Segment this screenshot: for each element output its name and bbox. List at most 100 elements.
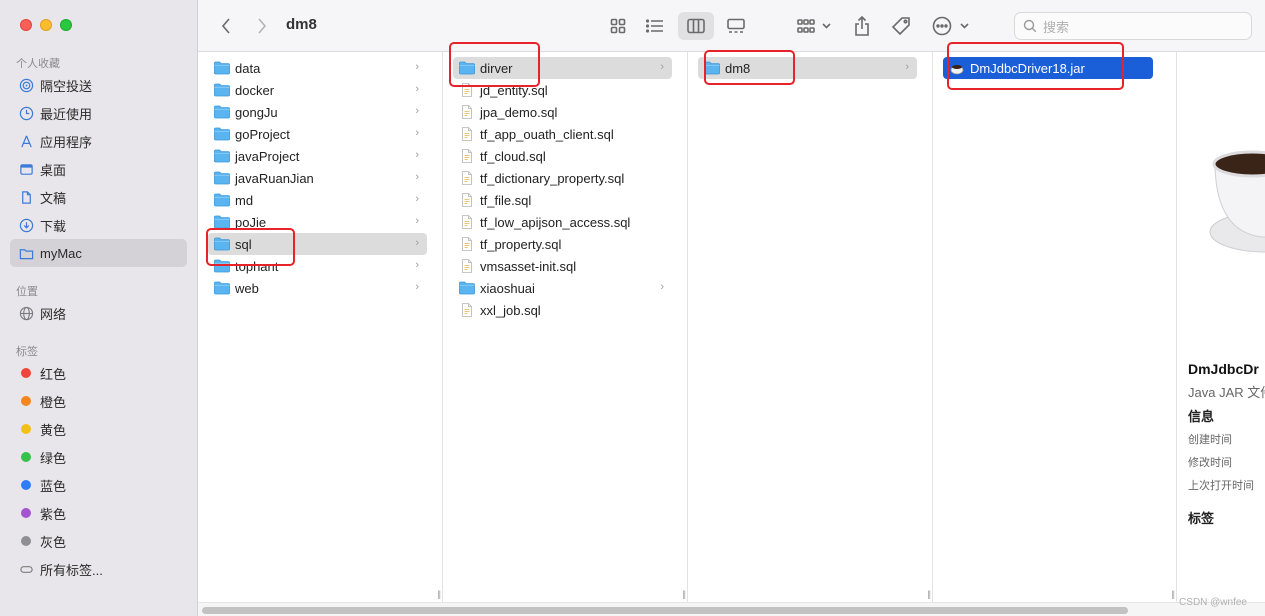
folder-row[interactable]: data ›: [208, 57, 427, 79]
item-name: data: [235, 60, 261, 76]
sidebar-item-mymac[interactable]: myMac: [10, 239, 187, 267]
chevron-right-icon: ›: [415, 193, 419, 205]
folder-row[interactable]: xiaoshuai ›: [453, 277, 672, 299]
chevron-left-icon: [221, 18, 230, 34]
list-view-button[interactable]: [641, 12, 669, 40]
tags-button[interactable]: [888, 12, 914, 40]
chevron-right-icon: ›: [415, 259, 419, 271]
tag-dot-icon: [21, 480, 31, 490]
sidebar-tag-green[interactable]: 绿色: [10, 443, 187, 471]
preview-file-name: DmJdbcDr: [1188, 361, 1259, 377]
desktop-icon: [18, 161, 34, 177]
sidebar-item-desktop[interactable]: 桌面: [10, 155, 187, 183]
more-actions-button[interactable]: [930, 12, 972, 40]
sidebar-item-applications[interactable]: 应用程序: [10, 127, 187, 155]
minimize-window-button[interactable]: [40, 19, 52, 31]
folder-row[interactable]: javaRuanJian ›: [208, 167, 427, 189]
file-row[interactable]: jpa_demo.sql: [453, 101, 672, 123]
item-name: tf_low_apijson_access.sql: [480, 214, 631, 230]
icon-view-button[interactable]: [604, 12, 632, 40]
chevron-right-icon: ›: [415, 281, 419, 293]
folder-icon: [214, 215, 235, 229]
column-resize-handle[interactable]: ||: [682, 589, 686, 599]
item-name: jpa_demo.sql: [480, 104, 558, 120]
sidebar-item-airdrop[interactable]: 隔空投送: [10, 71, 187, 99]
folder-icon: [214, 281, 235, 295]
file-row[interactable]: xxl_job.sql: [453, 299, 672, 321]
folder-row[interactable]: md ›: [208, 189, 427, 211]
sidebar-section-tags: 标签: [16, 346, 38, 358]
tag-dot-icon: [21, 396, 31, 406]
search-icon: [1023, 19, 1037, 33]
sql-file-icon: [459, 237, 480, 251]
zoom-window-button[interactable]: [60, 19, 72, 31]
sidebar-item-label: 橙色: [40, 394, 67, 410]
chevron-right-icon: ›: [415, 237, 419, 249]
folder-row[interactable]: goProject ›: [208, 123, 427, 145]
preview-pane: DmJdbcDr Java JAR 文件 信息 创建时间 修改时间 上次打开时间…: [1177, 52, 1265, 602]
folder-row[interactable]: docker ›: [208, 79, 427, 101]
list-icon: [646, 19, 663, 33]
clock-icon: [18, 105, 34, 121]
preview-info-heading: 信息: [1188, 409, 1215, 424]
column-2: dirver › jd_entity.sql jpa_demo.sql tf_app_o…: [443, 52, 688, 602]
file-row[interactable]: tf_cloud.sql: [453, 145, 672, 167]
folder-icon: [214, 171, 235, 185]
sidebar-tag-orange[interactable]: 橙色: [10, 387, 187, 415]
column-resize-handle[interactable]: ||: [927, 589, 931, 599]
column-1: data › docker › gongJu › goProject › javaProject…: [198, 52, 443, 602]
chevron-right-icon: ›: [415, 105, 419, 117]
file-row[interactable]: tf_file.sql: [453, 189, 672, 211]
folder-row[interactable]: gongJu ›: [208, 101, 427, 123]
column-view-button[interactable]: [678, 12, 714, 40]
sidebar-item-label: 下载: [40, 218, 67, 234]
folder-icon: [214, 61, 235, 75]
sql-file-icon: [459, 171, 480, 185]
sidebar-item-label: 黄色: [40, 422, 67, 438]
column-resize-handle[interactable]: ||: [1171, 589, 1175, 599]
sidebar-tag-yellow[interactable]: 黄色: [10, 415, 187, 443]
folder-row[interactable]: web ›: [208, 277, 427, 299]
scrollbar-thumb[interactable]: [202, 607, 1128, 614]
sidebar-tag-purple[interactable]: 紫色: [10, 499, 187, 527]
sidebar: 个人收藏 隔空投送 最近使用 应用程序 桌面 文稿 下载 myMac 位置 网络…: [0, 0, 198, 616]
close-window-button[interactable]: [20, 19, 32, 31]
column-resize-handle[interactable]: ||: [437, 589, 441, 599]
file-row[interactable]: tf_app_ouath_client.sql: [453, 123, 672, 145]
column-4: DmJdbcDriver18.jar ||: [933, 52, 1177, 602]
sidebar-item-network[interactable]: 网络: [10, 299, 187, 327]
sidebar-item-downloads[interactable]: 下载: [10, 211, 187, 239]
sidebar-item-label: 应用程序: [40, 134, 93, 150]
ellipsis-circle-icon: [932, 16, 969, 36]
sidebar-item-recents[interactable]: 最近使用: [10, 99, 187, 127]
group-by-button[interactable]: [794, 12, 834, 40]
file-row[interactable]: tf_dictionary_property.sql: [453, 167, 672, 189]
folder-row[interactable]: javaProject ›: [208, 145, 427, 167]
file-row[interactable]: tf_low_apijson_access.sql: [453, 211, 672, 233]
folder-icon: [459, 281, 480, 295]
chevron-right-icon: ›: [415, 83, 419, 95]
horizontal-scrollbar[interactable]: [198, 602, 1265, 616]
sidebar-tag-red[interactable]: 红色: [10, 359, 187, 387]
network-icon: [18, 305, 34, 321]
share-icon: [855, 16, 869, 36]
watermark: CSDN @wnfee: [1179, 597, 1247, 608]
chevron-right-icon: ›: [415, 61, 419, 73]
sidebar-item-label: 文稿: [40, 190, 67, 206]
search-input[interactable]: 搜索: [1014, 12, 1252, 40]
file-row[interactable]: vmsasset-init.sql: [453, 255, 672, 277]
item-name: vmsasset-init.sql: [480, 258, 577, 274]
forward-button[interactable]: [252, 12, 272, 40]
file-row[interactable]: tf_property.sql: [453, 233, 672, 255]
sidebar-item-documents[interactable]: 文稿: [10, 183, 187, 211]
item-name: tf_file.sql: [480, 192, 532, 208]
sidebar-tag-blue[interactable]: 蓝色: [10, 471, 187, 499]
share-button[interactable]: [850, 12, 874, 40]
sidebar-item-label: 绿色: [40, 450, 67, 466]
sidebar-all-tags[interactable]: 所有标签...: [10, 555, 187, 583]
back-button[interactable]: [216, 12, 236, 40]
chevron-right-icon: ›: [415, 171, 419, 183]
gallery-view-button[interactable]: [722, 12, 750, 40]
sidebar-item-label: 所有标签...: [40, 562, 103, 578]
sidebar-tag-gray[interactable]: 灰色: [10, 527, 187, 555]
